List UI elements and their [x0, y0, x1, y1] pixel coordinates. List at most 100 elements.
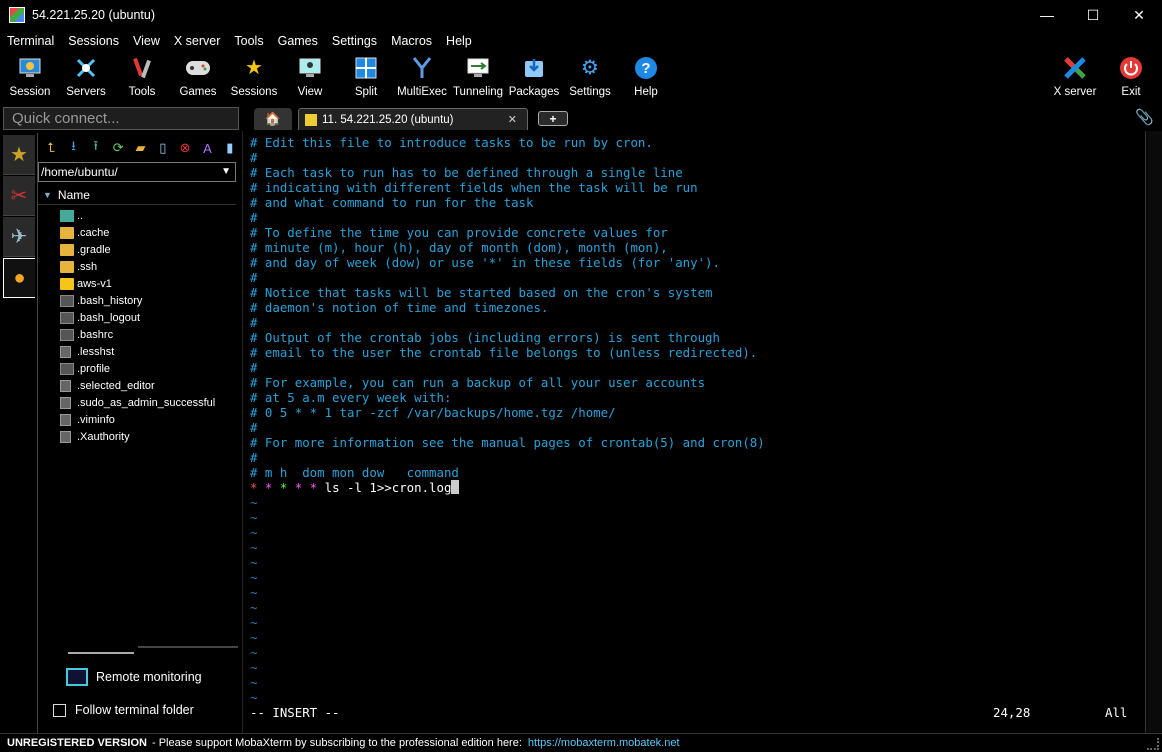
side-tabs: ★ ✂ ✈ ●: [0, 133, 37, 733]
more-icon[interactable]: ▮: [219, 138, 241, 158]
file-row[interactable]: .Xauthority: [60, 428, 240, 445]
servers-button[interactable]: Servers: [58, 51, 114, 104]
gear-icon: ⚙: [581, 57, 599, 79]
help-button[interactable]: ? Help: [618, 51, 674, 104]
cron-command: ls -l 1>>cron.log: [324, 480, 452, 495]
file-row[interactable]: .sudo_as_admin_successful: [60, 394, 240, 411]
refresh-icon[interactable]: ⟳: [107, 138, 129, 158]
menu-terminal[interactable]: Terminal: [0, 34, 61, 48]
xserver-button[interactable]: X server: [1047, 51, 1103, 104]
empty-line-tilde: ~: [250, 645, 258, 660]
file-row[interactable]: .gradle: [60, 241, 240, 258]
terminal-line: # indicating with different fields when …: [250, 180, 698, 195]
file-row[interactable]: .ssh: [60, 258, 240, 275]
chevron-down-icon[interactable]: ▼: [221, 163, 231, 181]
paperclip-icon[interactable]: 📎: [1135, 108, 1154, 126]
menu-tools[interactable]: Tools: [227, 34, 270, 48]
file-row[interactable]: .bash_history: [60, 292, 240, 309]
download-icon[interactable]: ⭳: [62, 138, 84, 158]
terminal-line: # daemon's notion of time and timezones.: [250, 300, 549, 315]
document-icon: [60, 379, 71, 392]
horizontal-scrollbar[interactable]: [138, 646, 238, 648]
checkbox[interactable]: [53, 703, 66, 717]
upload-icon[interactable]: ⭱: [85, 138, 107, 158]
macros-side-tab[interactable]: ✈: [3, 217, 35, 257]
rename-icon[interactable]: A: [196, 138, 218, 158]
sftp-side-tab[interactable]: ●: [3, 258, 35, 298]
file-name: .selected_editor: [77, 379, 155, 392]
svg-text:?: ?: [641, 60, 650, 77]
close-button[interactable]: ✕: [1116, 0, 1162, 30]
file-row[interactable]: .cache: [60, 224, 240, 241]
menu-x-server[interactable]: X server: [167, 34, 228, 48]
close-tab-icon[interactable]: ✕: [508, 113, 517, 126]
sessions-button[interactable]: ★ Sessions: [226, 51, 282, 104]
file-row[interactable]: aws-v1: [60, 275, 240, 292]
servers-icon: [73, 55, 99, 81]
menu-view[interactable]: View: [126, 34, 167, 48]
home-tab[interactable]: 🏠: [254, 108, 292, 130]
new-tab-button[interactable]: +: [538, 111, 568, 126]
horizontal-scroll-thumb[interactable]: [68, 652, 134, 654]
name-column-header[interactable]: ▼ Name: [38, 185, 236, 205]
new-folder-icon[interactable]: ▰: [129, 138, 151, 158]
support-message: - Please support MobaXterm by subscribin…: [151, 737, 522, 749]
terminal-line: #: [250, 270, 258, 285]
sessions-star-tab[interactable]: ★: [3, 135, 35, 175]
terminal-line: #: [250, 360, 258, 375]
remote-monitoring-button[interactable]: Remote monitoring: [66, 668, 202, 686]
empty-line-tilde: ~: [250, 660, 258, 675]
terminal-area[interactable]: # Edit this file to introduce tasks to b…: [242, 131, 1144, 733]
terminal-line: # at 5 a.m every week with:: [250, 390, 452, 405]
menu-sessions[interactable]: Sessions: [61, 34, 126, 48]
menu-help[interactable]: Help: [439, 34, 479, 48]
file-row[interactable]: .bash_logout: [60, 309, 240, 326]
resize-grip[interactable]: [1147, 738, 1159, 750]
menu-macros[interactable]: Macros: [384, 34, 439, 48]
settings-button[interactable]: ⚙ Settings: [562, 51, 618, 104]
mobaxterm-link[interactable]: https://mobaxterm.mobatek.net: [528, 737, 680, 749]
new-file-icon[interactable]: ▯: [152, 138, 174, 158]
quick-connect-input[interactable]: Quick connect...: [3, 107, 239, 130]
file-row[interactable]: .viminfo: [60, 411, 240, 428]
session-tab[interactable]: 11. 54.221.25.20 (ubuntu) ✕: [298, 108, 528, 130]
split-button[interactable]: Split: [338, 51, 394, 104]
monitor-icon: [17, 55, 43, 81]
empty-line-tilde: ~: [250, 690, 258, 705]
app-icon: [9, 7, 25, 23]
empty-line-tilde: ~: [250, 555, 258, 570]
minimize-button[interactable]: —: [1024, 0, 1070, 30]
document-icon: [60, 345, 71, 358]
follow-terminal-folder-checkbox[interactable]: Follow terminal folder: [53, 703, 194, 717]
tools-side-tab[interactable]: ✂: [3, 176, 35, 216]
file-browser: ⮤ ⭳ ⭱ ⟳ ▰ ▯ ⊗ A ▮ /home/ubuntu/ ▼ ▼ Name…: [37, 133, 240, 733]
file-icon: [60, 294, 74, 307]
folder-icon: [60, 226, 74, 239]
parent-folder-icon[interactable]: ⮤: [40, 138, 62, 158]
file-icon: [60, 328, 74, 341]
maximize-button[interactable]: ☐: [1070, 0, 1116, 30]
path-field[interactable]: /home/ubuntu/ ▼: [38, 162, 236, 182]
window-title: 54.221.25.20 (ubuntu): [32, 8, 156, 22]
empty-line-tilde: ~: [250, 510, 258, 525]
tools-button[interactable]: Tools: [114, 51, 170, 104]
tunneling-button[interactable]: Tunneling: [450, 51, 506, 104]
file-row[interactable]: .selected_editor: [60, 377, 240, 394]
cron-field: *: [250, 480, 265, 495]
file-row[interactable]: .lesshst: [60, 343, 240, 360]
terminal-scrollbar[interactable]: [1145, 131, 1162, 733]
file-row[interactable]: .profile: [60, 360, 240, 377]
file-row[interactable]: .bashrc: [60, 326, 240, 343]
view-button[interactable]: View: [282, 51, 338, 104]
file-row-parent[interactable]: ..: [60, 207, 240, 224]
session-button[interactable]: Session: [2, 51, 58, 104]
delete-icon[interactable]: ⊗: [174, 138, 196, 158]
exit-button[interactable]: Exit: [1103, 51, 1159, 104]
games-button[interactable]: Games: [170, 51, 226, 104]
menu-settings[interactable]: Settings: [325, 34, 384, 48]
menu-games[interactable]: Games: [271, 34, 325, 48]
packages-button[interactable]: Packages: [506, 51, 562, 104]
file-name: aws-v1: [77, 277, 112, 290]
document-icon: [60, 430, 71, 443]
multiexec-button[interactable]: MultiExec: [394, 51, 450, 104]
